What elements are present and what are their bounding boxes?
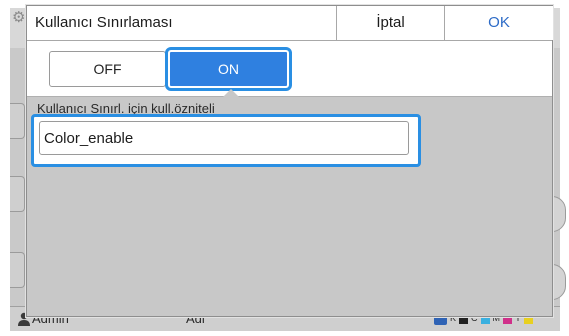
toggle-off-button[interactable]: OFF — [49, 51, 166, 87]
background-left-tab — [10, 252, 25, 288]
background-left-tab — [10, 103, 25, 139]
ok-button[interactable]: OK — [444, 6, 553, 40]
toggle-on-button[interactable]: ON — [165, 47, 292, 91]
toggle-area: OFF ON — [27, 41, 552, 97]
background-left-tab — [10, 176, 25, 212]
caret-pointer — [223, 89, 239, 97]
dialog-title: Kullanıcı Sınırlaması — [35, 14, 173, 31]
attribute-input[interactable]: Color_enable — [39, 121, 409, 155]
cancel-button[interactable]: İptal — [336, 6, 444, 40]
dialog-header: Kullanıcı Sınırlaması İptal OK — [27, 6, 553, 41]
user-restriction-dialog: Kullanıcı Sınırlaması İptal OK OFF ON Ku… — [26, 5, 553, 317]
field-focus-ring: Color_enable — [31, 114, 421, 167]
